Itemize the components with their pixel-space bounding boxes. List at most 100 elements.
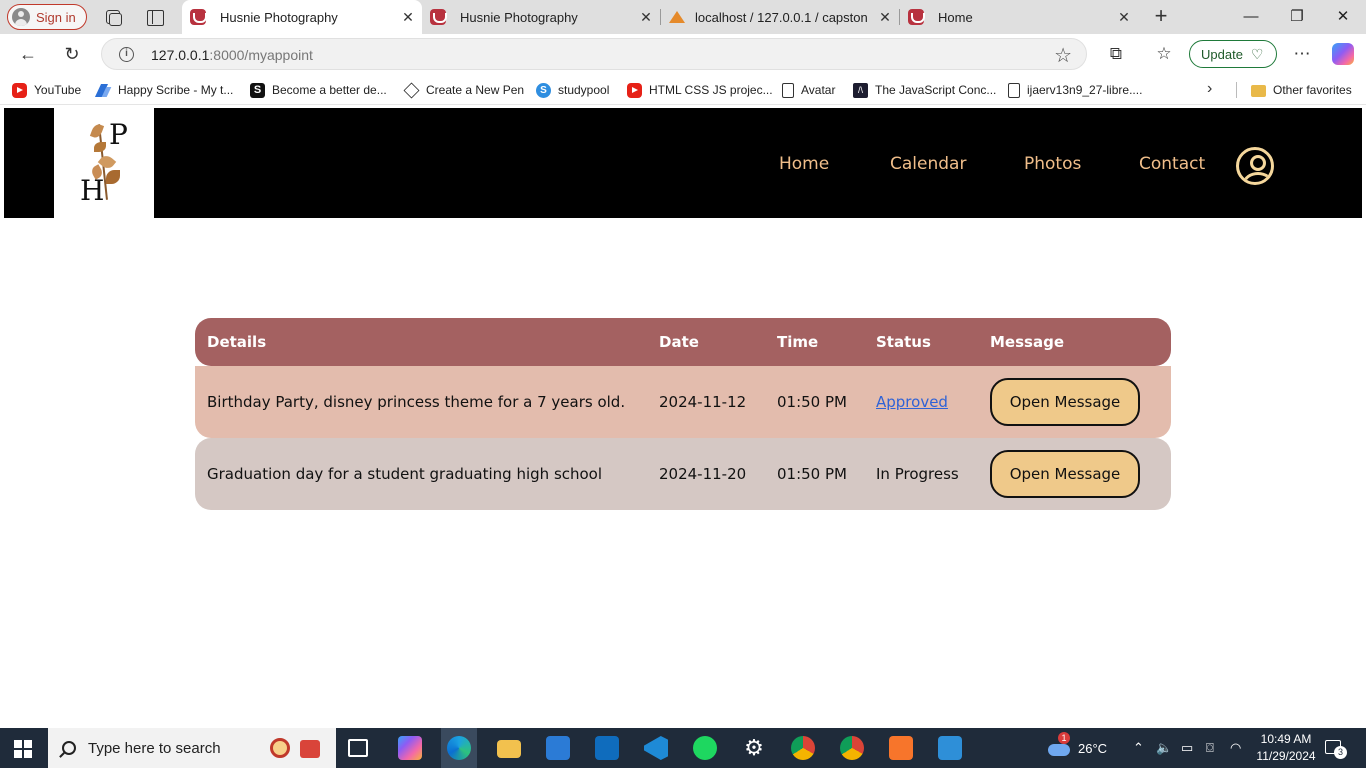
spotify-icon[interactable] <box>693 736 717 760</box>
task-view-icon[interactable] <box>348 739 368 757</box>
bookmarks-bar: YouTube Happy Scribe - My t... S Become a… <box>0 74 1366 105</box>
document-icon <box>1008 82 1020 98</box>
refresh-icon[interactable]: ↻ <box>60 42 84 66</box>
camera-icon[interactable]: ⌼ <box>1206 728 1214 768</box>
appointments-table: Details Date Time Status Message Birthda… <box>195 318 1171 510</box>
tab-actions-icon[interactable] <box>146 8 164 26</box>
address-bar[interactable]: i 127.0.0.1:8000/myappoint ☆ <box>101 38 1087 70</box>
update-button[interactable]: Update ♡ <box>1189 40 1277 68</box>
status-in-progress: In Progress <box>876 465 959 483</box>
minimize-icon[interactable]: — <box>1240 6 1262 28</box>
sign-in-button[interactable]: Sign in <box>7 4 87 30</box>
phpmyadmin-favicon-icon <box>669 9 685 25</box>
edge-browser-icon[interactable] <box>447 736 471 760</box>
document-icon <box>782 82 794 98</box>
status-approved-link[interactable]: Approved <box>876 393 948 411</box>
system-clock[interactable]: 10:49 AM 11/29/2024 <box>1251 731 1321 765</box>
favorites-icon[interactable]: ☆ <box>1153 43 1175 65</box>
header-status: Status <box>876 333 931 351</box>
tab-phpmyadmin[interactable]: localhost / 127.0.0.1 / capstonelas ✕ <box>661 0 899 34</box>
site-logo[interactable]: P H <box>54 108 154 218</box>
studypool-icon: S <box>536 82 551 98</box>
open-message-button[interactable]: Open Message <box>990 378 1140 426</box>
header-date: Date <box>659 333 699 351</box>
site-favicon-icon <box>908 9 925 25</box>
search-highlight-icon <box>268 736 324 760</box>
tab-husnie-photography[interactable]: Husnie Photography ✕ <box>422 0 660 34</box>
nav-contact[interactable]: Contact <box>1139 154 1205 174</box>
vscode-icon[interactable] <box>644 736 668 760</box>
search-placeholder: Type here to search <box>88 739 221 757</box>
logo-leaf <box>89 122 105 140</box>
user-profile-icon[interactable] <box>1236 147 1274 185</box>
notification-count: 3 <box>1334 746 1347 759</box>
message-cell: Open Message <box>990 366 1140 438</box>
site-info-icon[interactable]: i <box>119 47 134 62</box>
nav-photos[interactable]: Photos <box>1024 154 1081 174</box>
copilot-app-icon[interactable] <box>398 736 422 760</box>
bookmark-html-css-js[interactable]: HTML CSS JS projec... <box>627 81 773 99</box>
weather-widget[interactable]: 1 26°C <box>1046 728 1107 768</box>
bookmark-studypool[interactable]: Sstudypool <box>536 81 609 99</box>
happyscribe-icon <box>96 83 111 98</box>
close-window-icon[interactable]: ✕ <box>1332 6 1354 28</box>
workspaces-icon[interactable] <box>104 8 122 26</box>
new-tab-icon[interactable]: + <box>1151 5 1171 28</box>
restore-icon[interactable]: ❐ <box>1286 6 1308 28</box>
taskbar-search-box[interactable]: Type here to search <box>48 728 336 768</box>
weather-badge: 1 <box>1058 732 1070 744</box>
bookmark-happy-scribe[interactable]: Happy Scribe - My t... <box>96 81 233 99</box>
table-row: Birthday Party, disney princess theme fo… <box>195 366 1171 438</box>
chrome-profile-icon[interactable] <box>840 736 864 760</box>
appointment-date: 2024-11-20 <box>659 465 747 483</box>
speaker-icon[interactable]: 🔈 <box>1156 728 1172 768</box>
close-tab-icon[interactable]: ✕ <box>1116 9 1132 25</box>
tab-home[interactable]: Home ✕ <box>900 0 1138 34</box>
status-cell: Approved <box>876 366 948 438</box>
favorite-star-icon[interactable]: ☆ <box>1054 43 1072 68</box>
other-favorites[interactable]: Other favorites <box>1251 81 1352 99</box>
more-options-icon[interactable]: ⋯ <box>1291 43 1313 65</box>
file-explorer-icon[interactable] <box>497 740 521 758</box>
heart-pulse-icon: ♡ <box>1250 46 1264 62</box>
battery-icon[interactable]: ▭ <box>1181 728 1193 768</box>
appointment-date: 2024-11-12 <box>659 393 747 411</box>
nav-calendar[interactable]: Calendar <box>890 154 966 174</box>
nav-home[interactable]: Home <box>779 154 829 174</box>
close-tab-icon[interactable]: ✕ <box>400 9 416 25</box>
chevron-right-icon[interactable]: › <box>1207 80 1212 98</box>
outlook-icon[interactable] <box>595 736 619 760</box>
settings-gear-icon[interactable]: ⚙ <box>742 736 766 760</box>
bookmark-codepen[interactable]: Create a New Pen <box>403 81 524 99</box>
bookmark-ijaerv[interactable]: ijaerv13n9_27-libre.... <box>1008 81 1142 99</box>
close-tab-icon[interactable]: ✕ <box>638 9 654 25</box>
copilot-icon[interactable] <box>1332 43 1354 65</box>
windows-start-icon[interactable] <box>14 740 32 758</box>
bookmark-label: Happy Scribe - My t... <box>118 83 234 97</box>
open-message-button[interactable]: Open Message <box>990 450 1140 498</box>
bookmark-label: YouTube <box>34 83 82 97</box>
xampp-icon[interactable] <box>889 736 913 760</box>
url-text[interactable]: 127.0.0.1:8000/myappoint <box>151 47 313 63</box>
tab-title: Husnie Photography <box>220 9 338 25</box>
bookmark-javascript[interactable]: /\ The JavaScript Conc... <box>853 81 996 99</box>
bookmark-youtube[interactable]: YouTube <box>12 81 81 99</box>
message-cell: Open Message <box>990 438 1140 510</box>
logo-letter-h: H <box>80 174 105 207</box>
bookmark-avatar[interactable]: Avatar <box>782 81 835 99</box>
bookmark-become-better[interactable]: S Become a better de... <box>250 81 387 99</box>
chrome-icon[interactable] <box>791 736 815 760</box>
table-header-row: Details Date Time Status Message <box>195 318 1171 366</box>
extensions-icon[interactable]: ⧉ <box>1105 43 1127 65</box>
microsoft-store-icon[interactable] <box>546 736 570 760</box>
close-tab-icon[interactable]: ✕ <box>877 9 893 25</box>
back-arrow-icon[interactable]: ← <box>16 42 40 66</box>
update-label: Update <box>1201 46 1243 62</box>
chevron-up-icon[interactable]: ⌃ <box>1133 728 1144 768</box>
browser-tab-strip: Sign in Husnie Photography ✕ Husnie Phot… <box>0 0 1366 34</box>
notification-center-icon[interactable]: 3 <box>1325 738 1347 759</box>
logo-leaf <box>106 170 120 184</box>
tab-husnie-photography-active[interactable]: Husnie Photography ✕ <box>182 0 422 34</box>
photos-app-icon[interactable] <box>938 736 962 760</box>
wifi-icon[interactable]: ◠ <box>1230 728 1241 768</box>
